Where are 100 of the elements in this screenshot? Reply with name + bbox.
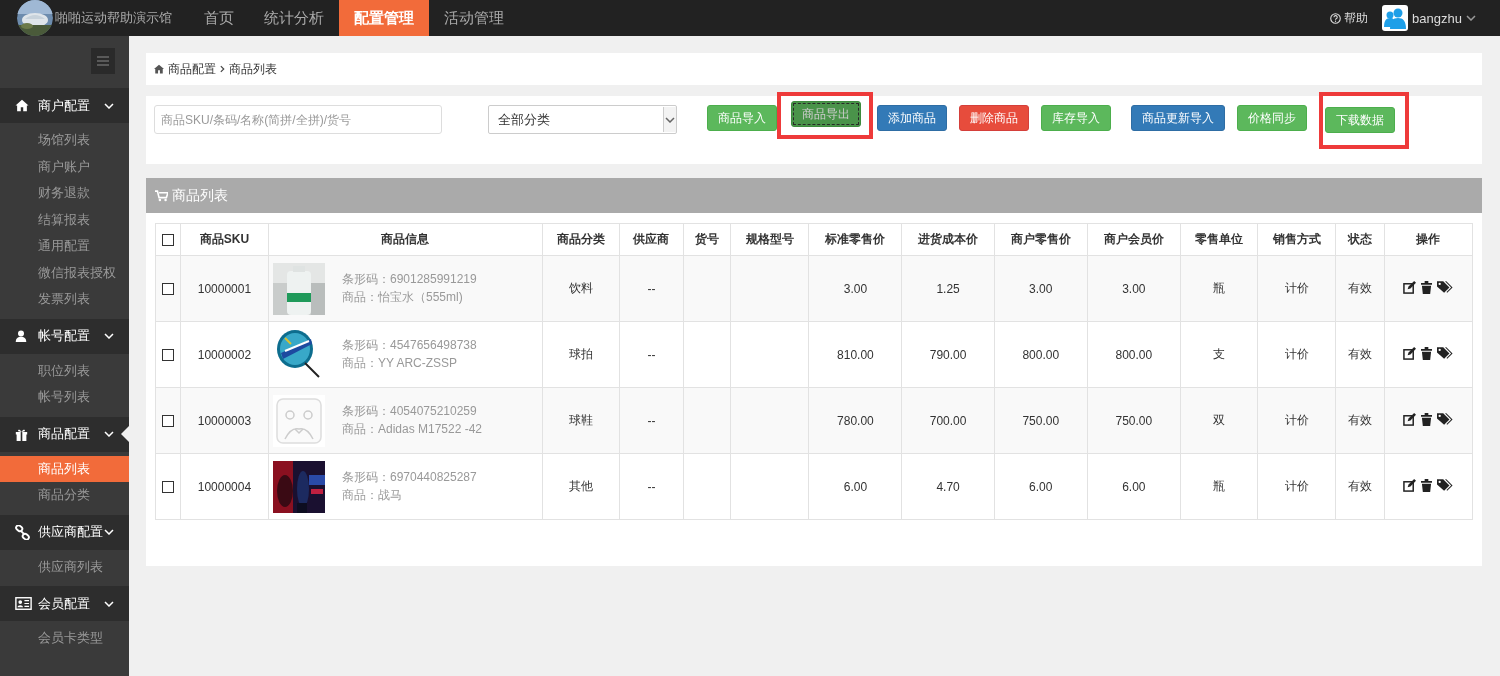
sidebar-item[interactable]: 供应商列表 <box>0 553 129 580</box>
barcode-text: 条形码：6901285991219 <box>341 271 477 288</box>
toolbar-button[interactable]: 商品导入 <box>707 105 777 131</box>
sidebar-item[interactable]: 结算报表 <box>0 206 129 233</box>
site-name: 啪啪运动帮助演示馆 <box>55 9 172 27</box>
product-name: 商品：Adidas M17522 -42 <box>341 421 483 438</box>
cart-icon <box>155 189 168 202</box>
search-field[interactable]: 商品SKU/条码/名称(简拼/全拼)/货号 <box>154 105 442 134</box>
edit-icon[interactable] <box>1403 280 1417 294</box>
table-cell: 其他 <box>542 453 620 520</box>
table-cell: 800.00 <box>994 321 1088 388</box>
breadcrumb-item: 商品列表 <box>229 60 277 78</box>
nav-tab[interactable]: 统计分析 <box>249 0 339 36</box>
tags-icon[interactable] <box>1437 346 1454 360</box>
table-cell: 810.00 <box>808 321 902 388</box>
column-header: 商品SKU <box>180 223 269 256</box>
trash-icon[interactable] <box>1421 478 1433 492</box>
user-menu[interactable]: bangzhu <box>1382 5 1476 31</box>
table-cell: 瓶 <box>1180 453 1258 520</box>
table-cell: 6.00 <box>1087 453 1181 520</box>
trash-icon[interactable] <box>1421 280 1433 294</box>
sidebar-section[interactable]: 会员配置 <box>0 586 129 621</box>
table-cell: 3.00 <box>994 255 1088 322</box>
checkbox[interactable] <box>161 415 174 428</box>
checkbox[interactable] <box>161 283 174 296</box>
sidebar-item[interactable]: 发票列表 <box>0 286 129 313</box>
user-icon <box>15 329 27 343</box>
sidebar-item[interactable]: 微信报表授权 <box>0 259 129 286</box>
sidebar-item[interactable]: 财务退款 <box>0 180 129 207</box>
edit-icon[interactable] <box>1403 412 1417 426</box>
column-header: 状态 <box>1335 223 1385 256</box>
nav-tab[interactable]: 配置管理 <box>339 0 429 36</box>
tags-icon[interactable] <box>1437 280 1454 294</box>
sidebar-item[interactable]: 通用配置 <box>0 233 129 260</box>
table-cell: 10000002 <box>180 321 269 388</box>
chevron-icon <box>104 600 114 607</box>
table-cell: 10000001 <box>180 255 269 322</box>
toolbar-button[interactable]: 商品导出 <box>791 101 861 127</box>
chevron-icon <box>104 431 114 437</box>
menu-toggle-icon[interactable] <box>91 48 115 74</box>
column-header: 销售方式 <box>1257 223 1336 256</box>
trash-icon[interactable] <box>1421 346 1433 360</box>
toolbar-button[interactable]: 添加商品 <box>877 105 947 131</box>
sidebar-item[interactable]: 商品列表 <box>0 455 129 482</box>
column-header: 零售单位 <box>1180 223 1258 256</box>
sidebar-section[interactable]: 帐号配置 <box>0 318 129 354</box>
table-cell: -- <box>619 453 684 520</box>
product-name: 商品：怡宝水（555ml) <box>341 289 464 306</box>
chevron-right-icon <box>220 65 225 73</box>
tags-icon[interactable] <box>1437 412 1454 426</box>
toolbar-button[interactable]: 商品更新导入 <box>1131 105 1225 131</box>
chevron-icon <box>104 102 114 109</box>
breadcrumb-item[interactable]: 商品配置 <box>168 60 216 78</box>
table-cell: 3.00 <box>808 255 902 322</box>
table-cell: 3.00 <box>1087 255 1181 322</box>
toolbar-button[interactable]: 下载数据 <box>1325 107 1395 133</box>
checkbox[interactable] <box>161 481 174 494</box>
sidebar-item[interactable]: 商户账户 <box>0 153 129 180</box>
table-cell: 6.00 <box>808 453 902 520</box>
active-pointer-icon <box>121 425 129 442</box>
toolbar-button[interactable]: 删除商品 <box>959 105 1029 131</box>
barcode-text: 条形码：4547656498738 <box>341 337 477 354</box>
table-cell: 有效 <box>1335 387 1385 454</box>
id-card-icon <box>15 597 32 610</box>
trash-icon[interactable] <box>1421 412 1433 426</box>
gift-icon <box>15 427 28 441</box>
table-cell: 有效 <box>1335 321 1385 388</box>
toolbar-button[interactable]: 库存导入 <box>1041 105 1111 131</box>
chevron-icon <box>104 529 114 535</box>
checkbox[interactable] <box>161 234 174 247</box>
edit-icon[interactable] <box>1403 478 1417 492</box>
avatar-icon <box>1382 5 1409 31</box>
category-select[interactable]: 全部分类 <box>488 105 677 134</box>
table-cell: 计价 <box>1257 387 1336 454</box>
sidebar-section[interactable]: 商户配置 <box>0 88 129 123</box>
help-link[interactable]: 帮助 <box>1330 9 1369 27</box>
sidebar-item[interactable]: 职位列表 <box>0 357 129 384</box>
nav-tab[interactable]: 活动管理 <box>429 0 519 36</box>
sidebar-item[interactable]: 商品分类 <box>0 482 129 509</box>
panel-title: 商品列表 <box>172 186 228 205</box>
sidebar-section[interactable]: 供应商配置 <box>0 514 129 550</box>
edit-icon[interactable] <box>1403 346 1417 360</box>
table-cell: 750.00 <box>1087 387 1181 454</box>
toolbar-button[interactable]: 价格同步 <box>1237 105 1307 131</box>
nav-tab[interactable]: 首页 <box>189 0 249 36</box>
sidebar-item[interactable]: 场馆列表 <box>0 127 129 154</box>
checkbox[interactable] <box>161 349 174 362</box>
barcode-text: 条形码：6970440825287 <box>341 469 477 486</box>
table-cell: 有效 <box>1335 255 1385 322</box>
sidebar-section[interactable]: 商品配置 <box>0 416 129 452</box>
tags-icon[interactable] <box>1437 478 1454 492</box>
table-cell: 700.00 <box>902 387 995 454</box>
sidebar-item[interactable]: 帐号列表 <box>0 384 129 411</box>
table-cell: 790.00 <box>902 321 995 388</box>
product-name: 商品：战马 <box>341 487 403 504</box>
sidebar-item[interactable]: 会员卡类型 <box>0 625 129 652</box>
table-cell: 计价 <box>1257 255 1336 322</box>
caret-icon <box>1466 15 1476 21</box>
table-cell: 双 <box>1180 387 1258 454</box>
table-cell: 800.00 <box>1087 321 1181 388</box>
